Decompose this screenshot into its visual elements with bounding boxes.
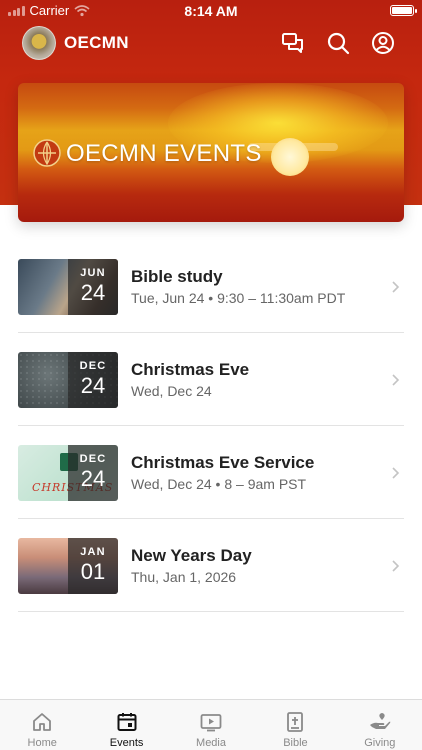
- date-month: JAN: [80, 546, 106, 558]
- bible-icon: [287, 712, 304, 732]
- church-emblem-icon: [33, 139, 61, 167]
- tab-home[interactable]: Home: [0, 700, 84, 750]
- date-day: 01: [80, 559, 106, 584]
- event-subtitle: Tue, Jun 24 • 9:30 – 11:30am PDT: [131, 290, 346, 306]
- event-row-new-years-day[interactable]: JAN 01 New Years Day Thu, Jan 1, 2026: [18, 519, 404, 612]
- event-row-christmas-eve-service[interactable]: CHRISTMAS DEC 24 Christmas Eve Service W…: [18, 426, 404, 519]
- event-row-christmas-eve[interactable]: DEC 24 Christmas Eve Wed, Dec 24: [18, 333, 404, 426]
- home-icon: [33, 713, 52, 731]
- event-title: Christmas Eve: [131, 360, 250, 379]
- event-title: New Years Day: [131, 546, 252, 565]
- event-row-bible-study[interactable]: JUN 24 Bible study Tue, Jun 24 • 9:30 – …: [18, 240, 404, 333]
- event-thumbnail: JUN 24: [18, 259, 118, 315]
- date-day: 24: [80, 466, 106, 491]
- date-day: 24: [80, 280, 106, 305]
- event-thumbnail: JAN 01: [18, 538, 118, 594]
- tab-label: Media: [196, 737, 226, 749]
- chevron-right-icon: [392, 281, 400, 293]
- tab-bar: Home Events Media Bible Giving: [0, 699, 422, 750]
- banner-title: OECMN EVENTS: [66, 140, 262, 167]
- status-bar: Carrier 8:14 AM: [0, 0, 422, 22]
- chat-icon[interactable]: [280, 30, 306, 56]
- tab-label: Giving: [364, 737, 396, 749]
- date-day: 24: [80, 373, 106, 398]
- event-title: Bible study: [131, 267, 223, 286]
- event-subtitle: Wed, Dec 24 • 8 – 9am PST: [131, 476, 307, 492]
- event-title: Christmas Eve Service: [131, 453, 315, 472]
- tab-bible[interactable]: Bible: [253, 700, 337, 750]
- event-thumbnail: CHRISTMAS DEC 24: [18, 445, 118, 501]
- chevron-right-icon: [392, 374, 400, 386]
- date-month: JUN: [80, 267, 106, 279]
- giving-icon: [369, 713, 391, 729]
- search-icon[interactable]: [325, 30, 351, 56]
- date-badge: DEC 24: [68, 445, 118, 501]
- event-thumbnail: DEC 24: [18, 352, 118, 408]
- tab-events[interactable]: Events: [84, 700, 168, 750]
- tab-label: Bible: [283, 737, 308, 749]
- church-logo-avatar[interactable]: [22, 26, 56, 60]
- tab-giving[interactable]: Giving: [338, 700, 422, 750]
- chevron-right-icon: [392, 467, 400, 479]
- tab-label: Events: [109, 737, 144, 749]
- account-icon[interactable]: [370, 30, 396, 56]
- date-month: DEC: [79, 453, 107, 465]
- app-title: OECMN: [64, 33, 129, 52]
- date-badge: JAN 01: [68, 538, 118, 594]
- event-subtitle: Thu, Jan 1, 2026: [131, 569, 237, 585]
- date-badge: DEC 24: [68, 352, 118, 408]
- battery-icon: [390, 5, 417, 16]
- tab-label: Home: [27, 737, 57, 749]
- event-subtitle: Wed, Dec 24: [131, 383, 212, 399]
- calendar-icon: [117, 713, 137, 731]
- media-icon: [200, 714, 222, 732]
- date-badge: JUN 24: [68, 259, 118, 315]
- date-month: DEC: [79, 360, 107, 372]
- app-header: OECMN: [0, 26, 422, 62]
- event-list: JUN 24 Bible study Tue, Jun 24 • 9:30 – …: [18, 240, 404, 612]
- tab-media[interactable]: Media: [169, 700, 253, 750]
- banner-sun: [271, 138, 309, 176]
- events-banner[interactable]: OECMN EVENTS: [18, 83, 404, 222]
- status-time: 8:14 AM: [184, 3, 238, 19]
- chevron-right-icon: [392, 560, 400, 572]
